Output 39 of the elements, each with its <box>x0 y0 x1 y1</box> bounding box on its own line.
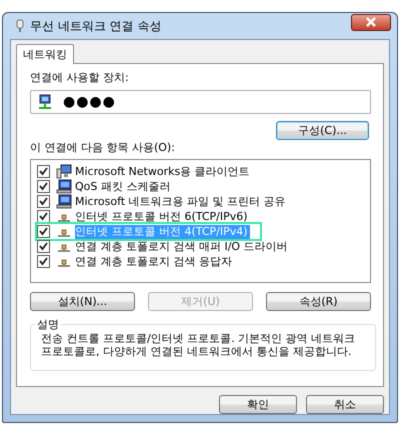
plug-icon <box>16 19 24 33</box>
checkbox[interactable] <box>37 240 50 253</box>
computer-icon <box>56 164 72 179</box>
close-button[interactable] <box>351 14 391 30</box>
item-label: 연결 계층 토폴로지 검색 응답자 <box>75 254 233 268</box>
item-label: Microsoft 네트워크용 파일 및 프린터 공유 <box>75 194 287 208</box>
list-item[interactable]: Microsoft Networks용 클라이언트 <box>37 164 262 179</box>
description-text: 전송 컨트롤 프로토콜/인터넷 프로토콜. 기본적인 광역 네트워크 프로토콜로, 다양하게 연결된 네트워크에서 통신을 제공합니다. <box>41 332 356 358</box>
checkbox[interactable] <box>37 180 50 193</box>
items-label: 이 연결에 다음 항목 사용(O): <box>30 140 176 156</box>
configure-button[interactable]: 구성(C)... <box>276 121 369 140</box>
window-title: 무선 네트워크 연결 속성 <box>30 18 162 34</box>
list-item[interactable]: Microsoft 네트워크용 파일 및 프린터 공유 <box>37 194 298 209</box>
checkbox[interactable] <box>37 210 50 223</box>
action-button[interactable]: 속성(R) <box>266 292 371 311</box>
list-item[interactable]: 인터넷 프로토콜 버전 6(TCP/IPv6) <box>37 209 260 224</box>
checkbox[interactable] <box>37 195 50 208</box>
action-button[interactable]: 설치(N)... <box>30 292 135 311</box>
checkbox[interactable] <box>37 225 50 238</box>
computer-icon <box>56 194 72 209</box>
network-adapter-icon <box>37 94 53 110</box>
description-title: 설명 <box>36 317 60 332</box>
device-name: ●●●● <box>63 94 116 110</box>
dialog-button[interactable]: 취소 <box>306 395 384 414</box>
close-icon <box>365 17 377 27</box>
list-item[interactable]: 연결 계층 토폴로지 검색 매퍼 I/O 드라이버 <box>37 239 300 254</box>
list-item[interactable]: 연결 계층 토폴로지 검색 응답자 <box>37 254 244 269</box>
item-label: 인터넷 프로토콜 버전 4(TCP/IPv4) <box>75 224 250 238</box>
computer-icon <box>56 179 72 194</box>
list-item[interactable]: QoS 패킷 스케줄러 <box>37 179 182 194</box>
item-label: 연결 계층 토폴로지 검색 매퍼 I/O 드라이버 <box>75 240 289 254</box>
dialog-button[interactable]: 확인 <box>219 395 297 414</box>
item-label: QoS 패킷 스케줄러 <box>75 180 172 194</box>
checkbox[interactable] <box>37 165 50 178</box>
item-label: 인터넷 프로토콜 버전 6(TCP/IPv6) <box>75 210 249 224</box>
device-label: 연결에 사용할 장치: <box>30 70 130 86</box>
item-label: Microsoft Networks용 클라이언트 <box>75 164 251 178</box>
checkbox[interactable] <box>37 255 50 268</box>
tab[interactable]: 네트워킹 <box>16 44 74 64</box>
